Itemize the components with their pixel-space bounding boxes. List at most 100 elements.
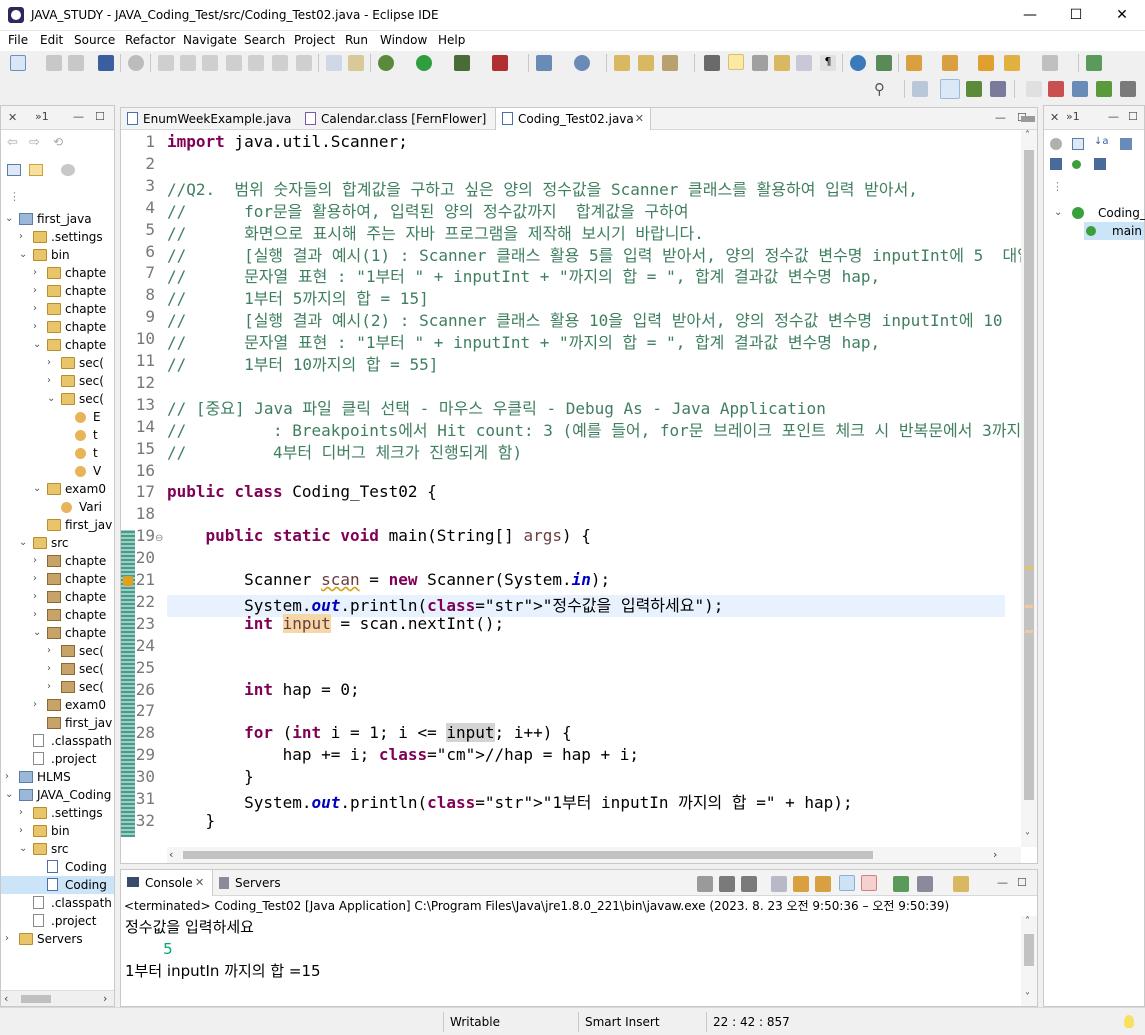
editor-horizontal-scrollbar[interactable]: ‹ ›	[167, 847, 1021, 863]
code-line[interactable]: // 문자열 표현 : "1부터 " + inputInt + "까지의 합 =…	[167, 329, 880, 353]
code-line[interactable]: // [중요] Java 파일 클릭 선택 - 마우스 우클릭 - Debug …	[167, 395, 826, 419]
expand-chevron-icon[interactable]: ›	[33, 570, 43, 588]
code-line[interactable]: }	[167, 767, 254, 786]
collapse-chevron-icon[interactable]: ⌄	[5, 210, 15, 228]
disconnect-icon[interactable]	[226, 55, 242, 71]
tree-item[interactable]: › chapte	[1, 606, 114, 624]
tree-item[interactable]: ⌄ JAVA_Coding	[1, 786, 114, 804]
menu-source[interactable]: Source	[74, 33, 115, 47]
scroll-up-icon[interactable]: ˄	[1025, 130, 1030, 141]
tree-horizontal-scrollbar[interactable]: ‹ ›	[1, 990, 114, 1006]
last-edit-location-icon[interactable]	[978, 55, 994, 71]
minimize-console-icon[interactable]: —	[997, 876, 1008, 889]
expand-chevron-icon[interactable]: ›	[47, 372, 57, 390]
view-icon-2[interactable]	[1072, 81, 1088, 97]
expand-chevron-icon[interactable]: ›	[5, 930, 15, 948]
clear-console-icon[interactable]	[771, 876, 787, 892]
remove-all-icon[interactable]	[741, 876, 757, 892]
terminal-icon[interactable]	[98, 55, 114, 71]
tree-item[interactable]: › HLMS	[1, 768, 114, 786]
tree-item[interactable]: › sec(	[1, 642, 114, 660]
tree-item[interactable]: ⌄ exam0	[1, 480, 114, 498]
code-area[interactable]: ⊖ 1 import java.util.Scanner; 2 3 //Q2. 범위 숫…	[121, 130, 1021, 847]
code-line[interactable]: // for문을 활용하여, 입력된 양의 정수값까지 합계값을 구하여	[167, 198, 689, 222]
close-tab-icon[interactable]: ✕	[195, 876, 204, 889]
pin-editor-icon[interactable]	[1086, 55, 1102, 71]
lightbulb-icon[interactable]	[1124, 1015, 1134, 1028]
menu-help[interactable]: Help	[438, 33, 465, 47]
tree-item[interactable]: first_jav	[1, 714, 114, 732]
tree-item[interactable]: Vari	[1, 498, 114, 516]
editor-vertical-scrollbar[interactable]: ˄ ˅	[1021, 130, 1037, 847]
tree-item[interactable]: ⌄ src	[1, 534, 114, 552]
close-tab-icon[interactable]: ✕	[635, 108, 644, 130]
code-line[interactable]: // 1부터 10까지의 합 = 55]	[167, 351, 438, 375]
search-tool-icon[interactable]	[662, 55, 678, 71]
scroll-left-icon[interactable]: ‹	[169, 848, 173, 861]
editor-hscroll-thumb[interactable]	[183, 851, 873, 859]
code-line[interactable]: public static void main(String[] args) {	[167, 526, 591, 545]
back-icon[interactable]	[1004, 55, 1020, 71]
expand-chevron-icon[interactable]: ›	[19, 822, 29, 840]
terminate-icon[interactable]	[202, 55, 218, 71]
tree-item[interactable]: › chapte	[1, 588, 114, 606]
tree-item[interactable]: › .settings	[1, 228, 114, 246]
step-return-icon[interactable]	[296, 55, 312, 71]
external-tools-icon[interactable]	[492, 55, 508, 71]
new-icon[interactable]	[10, 55, 26, 71]
forward-nav-icon[interactable]: ⇨	[29, 135, 40, 150]
tree-item[interactable]: › chapte	[1, 300, 114, 318]
tree-item[interactable]: V	[1, 462, 114, 480]
open-type-icon[interactable]	[614, 55, 630, 71]
view-icon-1[interactable]	[1048, 81, 1064, 97]
overview-marker[interactable]	[1025, 630, 1033, 633]
collapse-chevron-icon[interactable]: ⌄	[19, 246, 29, 264]
collapse-chevron-icon[interactable]: ⌄	[47, 390, 57, 408]
filter-icon[interactable]	[61, 164, 75, 176]
maximize-console-icon[interactable]: ☐	[1017, 876, 1027, 889]
remove-launch-icon[interactable]	[719, 876, 735, 892]
code-line[interactable]: public class Coding_Test02 {	[167, 482, 437, 501]
link-editor-icon[interactable]	[29, 164, 43, 176]
tab-console[interactable]: Console ✕	[121, 870, 213, 896]
tree-item[interactable]: first_jav	[1, 516, 114, 534]
tree-item[interactable]: › chapte	[1, 282, 114, 300]
debug-perspective-icon[interactable]	[966, 81, 982, 97]
expand-chevron-icon[interactable]: ›	[33, 282, 43, 300]
minimize-button[interactable]: —	[1007, 0, 1053, 31]
code-line[interactable]: for (int i = 1; i <= input; i++) {	[167, 723, 572, 743]
tree-item[interactable]: › exam0	[1, 696, 114, 714]
tree-item[interactable]: ⌄ chapte	[1, 336, 114, 354]
code-line[interactable]: hap += i; class="cm">//hap = hap + i;	[167, 745, 639, 764]
java-perspective-icon[interactable]	[990, 81, 1006, 97]
tree-item[interactable]: ⌄ bin	[1, 246, 114, 264]
tab-enum-week-example[interactable]: EnumWeekExample.java	[121, 108, 291, 130]
hide-fields-icon[interactable]	[1120, 138, 1132, 150]
expand-chevron-icon[interactable]: ›	[47, 642, 57, 660]
tree-item[interactable]: › .settings	[1, 804, 114, 822]
tree-item[interactable]: › bin	[1, 822, 114, 840]
run-icon[interactable]	[416, 55, 432, 71]
minimize-view-icon[interactable]: —	[73, 110, 84, 123]
resume-icon[interactable]	[158, 55, 174, 71]
suspend-icon[interactable]	[180, 55, 196, 71]
console-output[interactable]: 정수값을 입력하세요 5 1부터 inputIn 까지의 합 =15	[121, 916, 1021, 1006]
expand-chevron-icon[interactable]: ›	[33, 318, 43, 336]
word-wrap-icon[interactable]	[774, 55, 790, 71]
code-line[interactable]: // : Breakpoints에서 Hit count: 3 (예를 들어, …	[167, 417, 1021, 441]
open-console-icon[interactable]	[953, 876, 969, 892]
step-into-icon[interactable]	[248, 55, 264, 71]
editor-scroll-thumb[interactable]	[1024, 150, 1034, 800]
code-line[interactable]: // [실행 결과 예시(2) : Scanner 클래스 활용 10을 입력 …	[167, 307, 1021, 331]
collapse-chevron-icon[interactable]: ⌄	[33, 624, 43, 642]
hide-static-icon[interactable]	[1050, 158, 1062, 170]
forward-icon[interactable]	[1042, 55, 1058, 71]
sort-icon[interactable]: ↓a	[1094, 136, 1109, 147]
menu-run[interactable]: Run	[345, 33, 368, 47]
view-menu-icon[interactable]: ⋮	[1052, 180, 1063, 193]
code-line[interactable]: // 4부터 디버그 체크가 진행되게 함)	[167, 439, 522, 463]
expand-chevron-icon[interactable]: ›	[33, 552, 43, 570]
code-line[interactable]: // 1부터 5까지의 합 = 15]	[167, 285, 429, 309]
close-window-button[interactable]: ✕	[1099, 0, 1145, 31]
view-icon-3[interactable]	[1096, 81, 1112, 97]
